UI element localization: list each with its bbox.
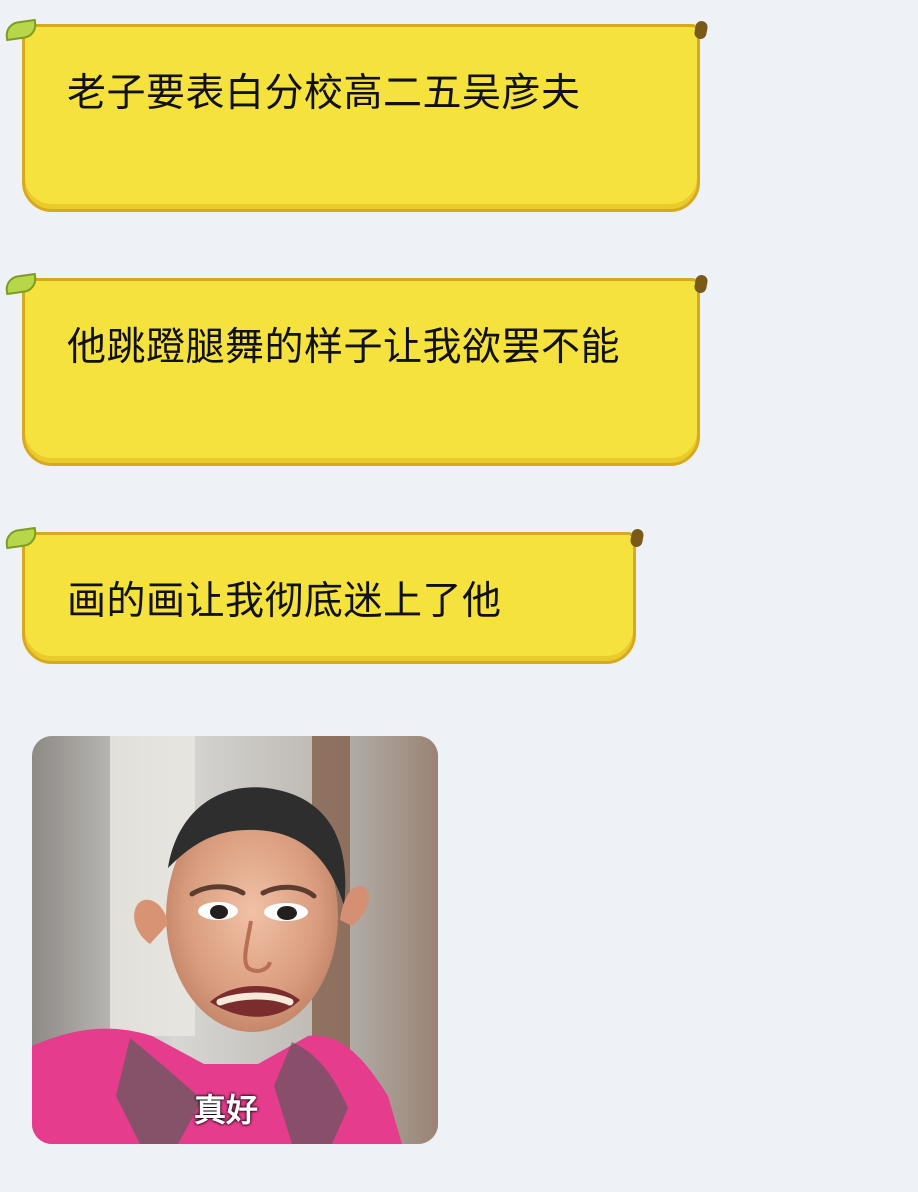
message-text: 老子要表白分校高二五吴彦夫 bbox=[67, 71, 581, 116]
chat-thread: 老子要表白分校高二五吴彦夫 他跳蹬腿舞的样子让我欲罢不能 画的画让我彻底迷上了他 bbox=[0, 0, 918, 1192]
sticker-photo bbox=[32, 736, 438, 1144]
chat-bubble[interactable]: 画的画让我彻底迷上了他 bbox=[22, 532, 636, 664]
sticker-caption: 真好 bbox=[194, 1091, 259, 1129]
message-text: 画的画让我彻底迷上了他 bbox=[67, 579, 502, 624]
chat-bubble[interactable]: 他跳蹬腿舞的样子让我欲罢不能 bbox=[22, 278, 700, 466]
sticker-image[interactable]: 真好 bbox=[32, 736, 438, 1144]
message-text: 他跳蹬腿舞的样子让我欲罢不能 bbox=[67, 325, 621, 370]
chat-bubble[interactable]: 老子要表白分校高二五吴彦夫 bbox=[22, 24, 700, 212]
